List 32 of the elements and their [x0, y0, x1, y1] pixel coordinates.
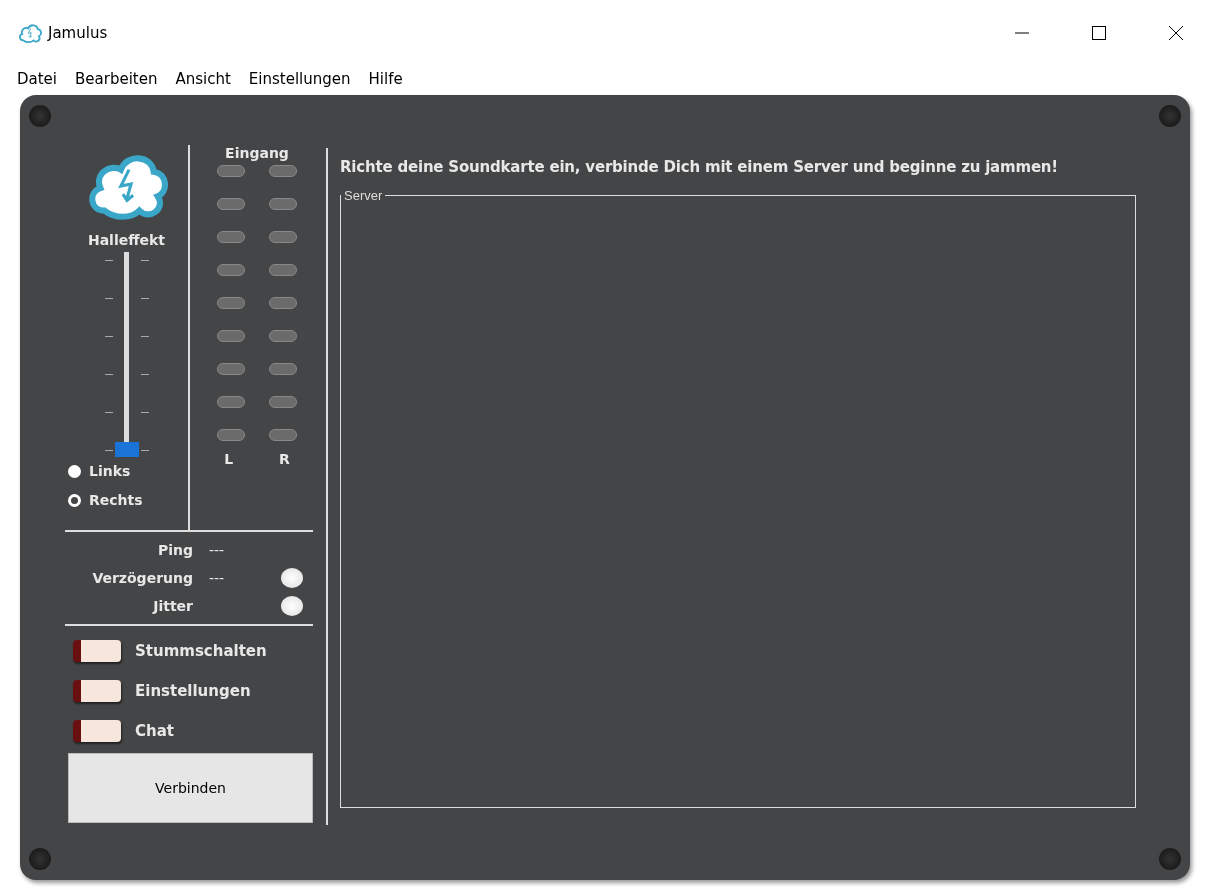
toggle-label: Chat	[135, 722, 174, 740]
screw-icon	[1159, 105, 1181, 127]
meter-label: Eingang	[225, 145, 289, 161]
screw-icon	[1159, 848, 1181, 870]
radio-button[interactable]: Rechts	[68, 492, 143, 508]
slider-thumb[interactable]	[115, 442, 139, 457]
slider-label: Halleffekt	[87, 232, 166, 248]
screw-icon	[29, 848, 51, 870]
channel-label: L	[224, 451, 234, 467]
group-label: Server	[343, 188, 384, 203]
stat-value: ---	[209, 541, 225, 559]
toggle-label: Einstellungen	[135, 682, 251, 700]
stat-label: Ping	[156, 541, 193, 559]
toggle-switch[interactable]	[73, 720, 121, 742]
radio-button[interactable]: Links	[68, 463, 143, 479]
menu-item[interactable]: Datei	[8, 69, 67, 88]
toggle-switch[interactable]	[73, 640, 121, 662]
channel-label: R	[279, 451, 290, 467]
stat-label: Verzögerung	[91, 569, 193, 587]
screw-icon	[29, 105, 51, 127]
connect-button[interactable]: Verbinden	[68, 753, 313, 823]
window-title: Jamulus	[48, 23, 109, 42]
menu-item[interactable]: Ansicht	[166, 69, 240, 88]
menu-item[interactable]: Hilfe	[359, 69, 412, 88]
toggle-label: Stummschalten	[135, 642, 267, 660]
menu-item[interactable]: Einstellungen	[239, 69, 360, 88]
toggle-switch[interactable]	[73, 680, 121, 702]
stat-value: ---	[209, 569, 225, 587]
menu-item[interactable]: Bearbeiten	[66, 69, 167, 88]
stat-label: Jitter	[151, 597, 193, 615]
welcome-text: Richte deine Soundkarte ein, verbinde Dich mit einem Server und beginne zu jammen!	[340, 158, 1059, 176]
app-icon	[18, 21, 42, 44]
